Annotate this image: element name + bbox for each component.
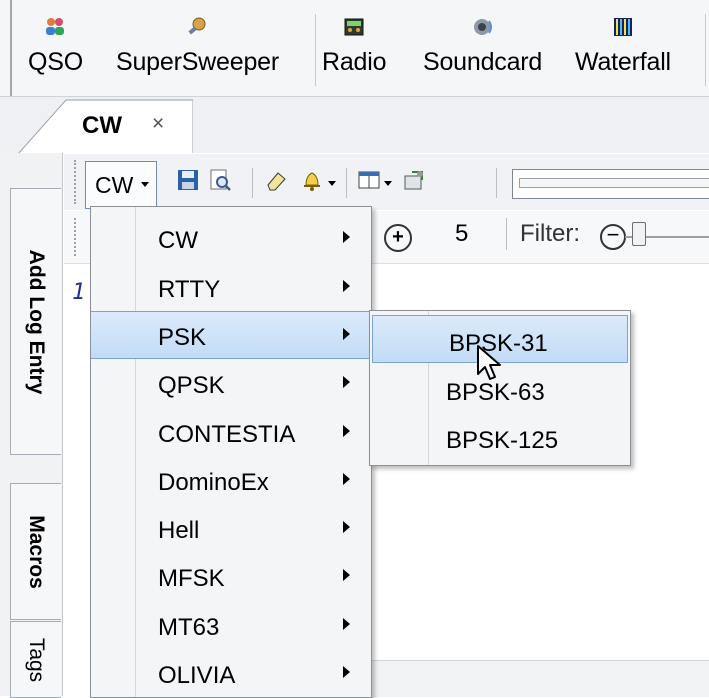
waterfall-label: Waterfall <box>575 48 671 76</box>
menu-item-label: Hell <box>158 517 200 544</box>
tab-cw[interactable]: CW × <box>18 98 193 154</box>
menu-item-dominoex[interactable]: DominoEx <box>91 457 371 505</box>
eraser-icon[interactable] <box>262 166 290 194</box>
menu-item-mt63[interactable]: MT63 <box>91 602 371 650</box>
menu-item-psk[interactable]: PSK <box>91 311 371 359</box>
tab-macros-label: Macros <box>25 514 48 589</box>
toolbar-grip <box>74 218 76 256</box>
chevron-down-icon <box>141 182 149 187</box>
qso-button[interactable]: QSO <box>28 16 83 86</box>
bell-icon[interactable] <box>298 166 326 194</box>
filter-label: Filter: <box>520 220 580 247</box>
menu-item-cw[interactable]: CW <box>91 215 371 263</box>
psk-submenu: BPSK-31 BPSK-63 BPSK-125 <box>369 310 631 466</box>
tab-add-log-entry[interactable]: Add Log Entry <box>10 188 61 455</box>
toolbar-separator <box>506 218 507 250</box>
menu-item-label: RTTY <box>158 276 221 303</box>
radio-icon <box>343 16 365 38</box>
qso-icon <box>44 16 66 38</box>
supersweeper-icon <box>186 16 208 38</box>
menu-item-rtty[interactable]: RTTY <box>91 264 371 312</box>
chevron-right-icon <box>343 666 350 678</box>
menu-item-label: DominoEx <box>158 469 269 496</box>
menu-item-label: PSK <box>158 324 207 351</box>
settings-icon[interactable] <box>400 166 428 194</box>
close-icon[interactable]: × <box>152 112 164 136</box>
tab-tags[interactable]: Tags <box>10 621 61 698</box>
menu-item-mfsk[interactable]: MFSK <box>91 553 371 601</box>
mode-dropdown-button[interactable]: CW <box>85 161 157 209</box>
radio-button[interactable]: Radio <box>322 16 387 86</box>
waterfall-icon <box>612 16 634 38</box>
supersweeper-label: SuperSweeper <box>116 48 279 76</box>
toolbar-separator <box>496 168 497 198</box>
toolbar-grip <box>74 160 76 204</box>
ribbon-toolbar: QSO SuperSweeper Radio Soundcard Waterfa… <box>0 0 709 97</box>
menu-item-label: QPSK <box>158 372 225 399</box>
menu-item-hell[interactable]: Hell <box>91 505 371 553</box>
side-panel: Add Log Entry Macros Tags <box>0 153 63 698</box>
supersweeper-button[interactable]: SuperSweeper <box>116 16 279 86</box>
menu-item-label: MT63 <box>158 614 220 641</box>
menu-item-olivia[interactable]: OLIVIA <box>91 650 371 697</box>
toolbar-separator <box>346 168 347 198</box>
qso-label: QSO <box>28 48 83 76</box>
submenu-item-bpsk-125[interactable]: BPSK-125 <box>370 413 630 461</box>
waterfall-button[interactable]: Waterfall <box>575 16 671 86</box>
progress-track <box>519 178 709 188</box>
chevron-right-icon <box>343 425 350 437</box>
radio-label: Radio <box>322 48 387 76</box>
chevron-right-icon <box>343 376 350 388</box>
bottom-toolbar <box>370 660 709 697</box>
save-icon[interactable] <box>174 166 202 194</box>
print-preview-icon[interactable] <box>206 166 234 194</box>
chevron-down-icon[interactable] <box>328 181 336 187</box>
tab-macros[interactable]: Macros <box>10 483 61 620</box>
ribbon-separator <box>315 14 316 86</box>
toolbar-separator <box>252 168 253 198</box>
chevron-right-icon <box>343 521 350 533</box>
tab-tags-label: Tags <box>25 637 48 682</box>
chevron-right-icon <box>343 231 350 243</box>
chevron-right-icon <box>343 618 350 630</box>
menu-item-contestia[interactable]: CONTESTIA <box>91 409 371 457</box>
menu-item-label: CONTESTIA <box>158 421 296 448</box>
chevron-right-icon <box>343 280 350 292</box>
menu-item-label: OLIVIA <box>158 662 236 689</box>
ribbon-separator <box>705 14 706 86</box>
mouse-cursor-icon <box>477 345 501 380</box>
window-layout-icon[interactable] <box>355 166 383 194</box>
tab-cw-label: CW <box>82 112 122 139</box>
menu-item-label: CW <box>158 227 198 254</box>
chevron-right-icon <box>343 328 350 340</box>
frequency-input[interactable] <box>512 169 709 199</box>
window-border <box>10 0 12 96</box>
menu-item-qpsk[interactable]: QPSK <box>91 360 371 408</box>
chevron-down-icon[interactable] <box>384 181 392 187</box>
soundcard-label: Soundcard <box>423 48 543 76</box>
soundcard-button[interactable]: Soundcard <box>423 16 542 86</box>
chevron-right-icon <box>343 473 350 485</box>
chevron-right-icon <box>343 569 350 581</box>
filter-slider-thumb[interactable] <box>632 222 646 246</box>
soundcard-icon <box>472 16 494 38</box>
submenu-item-label: BPSK-125 <box>446 427 559 454</box>
zoom-value: 5 <box>455 220 469 247</box>
mode-menu: CW RTTY PSK QPSK CONTESTIA DominoEx Hell… <box>90 206 372 698</box>
tab-add-log-entry-label: Add Log Entry <box>25 249 48 394</box>
zoom-in-button[interactable]: + <box>384 224 412 252</box>
menu-item-label: MFSK <box>158 565 225 592</box>
mode-dropdown-label: CW <box>95 172 134 198</box>
filter-minus-button[interactable]: − <box>600 224 626 250</box>
